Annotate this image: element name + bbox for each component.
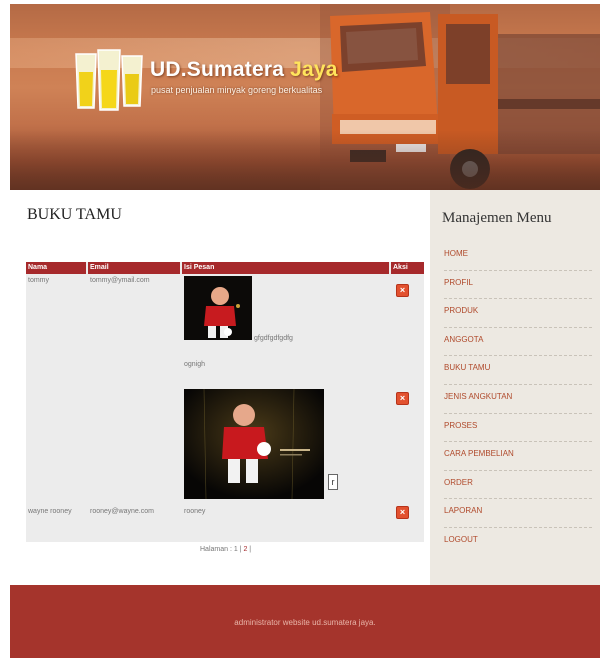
page-title: BUKU TAMU <box>27 206 122 223</box>
cell-email: tommy@ymail.com <box>90 277 150 284</box>
sidebar-menu: HOME PROFIL PRODUK ANGGOTA BUKU TAMU JEN… <box>444 242 592 557</box>
pagination: Halaman : 1 | 2 | <box>200 546 251 553</box>
footer: administrator website ud.sumatera jaya. <box>10 585 600 658</box>
column-header-email: Email <box>88 262 180 274</box>
sidebar-item-proses[interactable]: PROSES <box>444 414 592 443</box>
cell-name: tommy <box>28 277 49 284</box>
pagination-label: Halaman : 1 | <box>200 546 244 553</box>
page-frame: UD.Sumatera Jaya pusat penjualan minyak … <box>10 4 600 658</box>
sidebar-item-logout[interactable]: LOGOUT <box>444 528 592 557</box>
column-header-isi-pesan: Isi Pesan <box>182 262 389 274</box>
delete-button[interactable]: × <box>396 284 409 297</box>
sidebar-item-laporan[interactable]: LAPORAN <box>444 499 592 528</box>
sidebar-title: Manajemen Menu <box>442 210 552 226</box>
table-header: Nama Email Isi Pesan Aksi <box>26 262 424 274</box>
cell-message: rooney <box>184 508 206 515</box>
cell-name: wayne rooney <box>28 508 72 515</box>
column-header-nama: Nama <box>26 262 86 274</box>
cell-email: rooney@wayne.com <box>90 508 154 515</box>
sidebar-item-buku-tamu[interactable]: BUKU TAMU <box>444 356 592 385</box>
sidebar-item-cara-pembelian[interactable]: CARA PEMBELIAN <box>444 442 592 471</box>
column-header-aksi: Aksi <box>391 262 424 274</box>
delete-button[interactable]: × <box>396 506 409 519</box>
sidebar: Manajemen Menu HOME PROFIL PRODUK ANGGOT… <box>430 190 600 585</box>
header-banner: UD.Sumatera Jaya pusat penjualan minyak … <box>10 4 600 190</box>
site-title-accent: Jaya <box>290 58 338 81</box>
message-photo <box>184 276 252 340</box>
guestbook-table: Nama Email Isi Pesan Aksi tommy tommy@ym… <box>26 262 424 542</box>
pagination-suffix: | <box>247 546 252 553</box>
sidebar-item-anggota[interactable]: ANGGOTA <box>444 328 592 357</box>
sidebar-item-produk[interactable]: PRODUK <box>444 299 592 328</box>
delete-button[interactable]: × <box>396 392 409 405</box>
banner-ground-shade <box>10 130 600 190</box>
oil-bottles-logo <box>75 49 143 111</box>
cell-message: gfgdfgdfgdfg <box>254 335 293 342</box>
site-tagline: pusat penjualan minyak goreng berkualita… <box>151 85 323 95</box>
footer-text: administrator website ud.sumatera jaya. <box>234 618 376 627</box>
photo-tag-box: r <box>328 474 338 490</box>
cell-message-line-2: ognigh <box>184 361 206 368</box>
site-title: UD.Sumatera Jaya <box>150 58 338 82</box>
sidebar-item-jenis-angkutan[interactable]: JENIS ANGKUTAN <box>444 385 592 414</box>
sidebar-item-order[interactable]: ORDER <box>444 471 592 500</box>
sidebar-item-home[interactable]: HOME <box>444 242 592 271</box>
site-title-main: UD.Sumatera <box>150 58 291 81</box>
main-content: BUKU TAMU Nama Email Isi Pesan Aksi tomm… <box>10 190 430 585</box>
sidebar-item-profil[interactable]: PROFIL <box>444 271 592 300</box>
message-photo <box>184 389 324 499</box>
